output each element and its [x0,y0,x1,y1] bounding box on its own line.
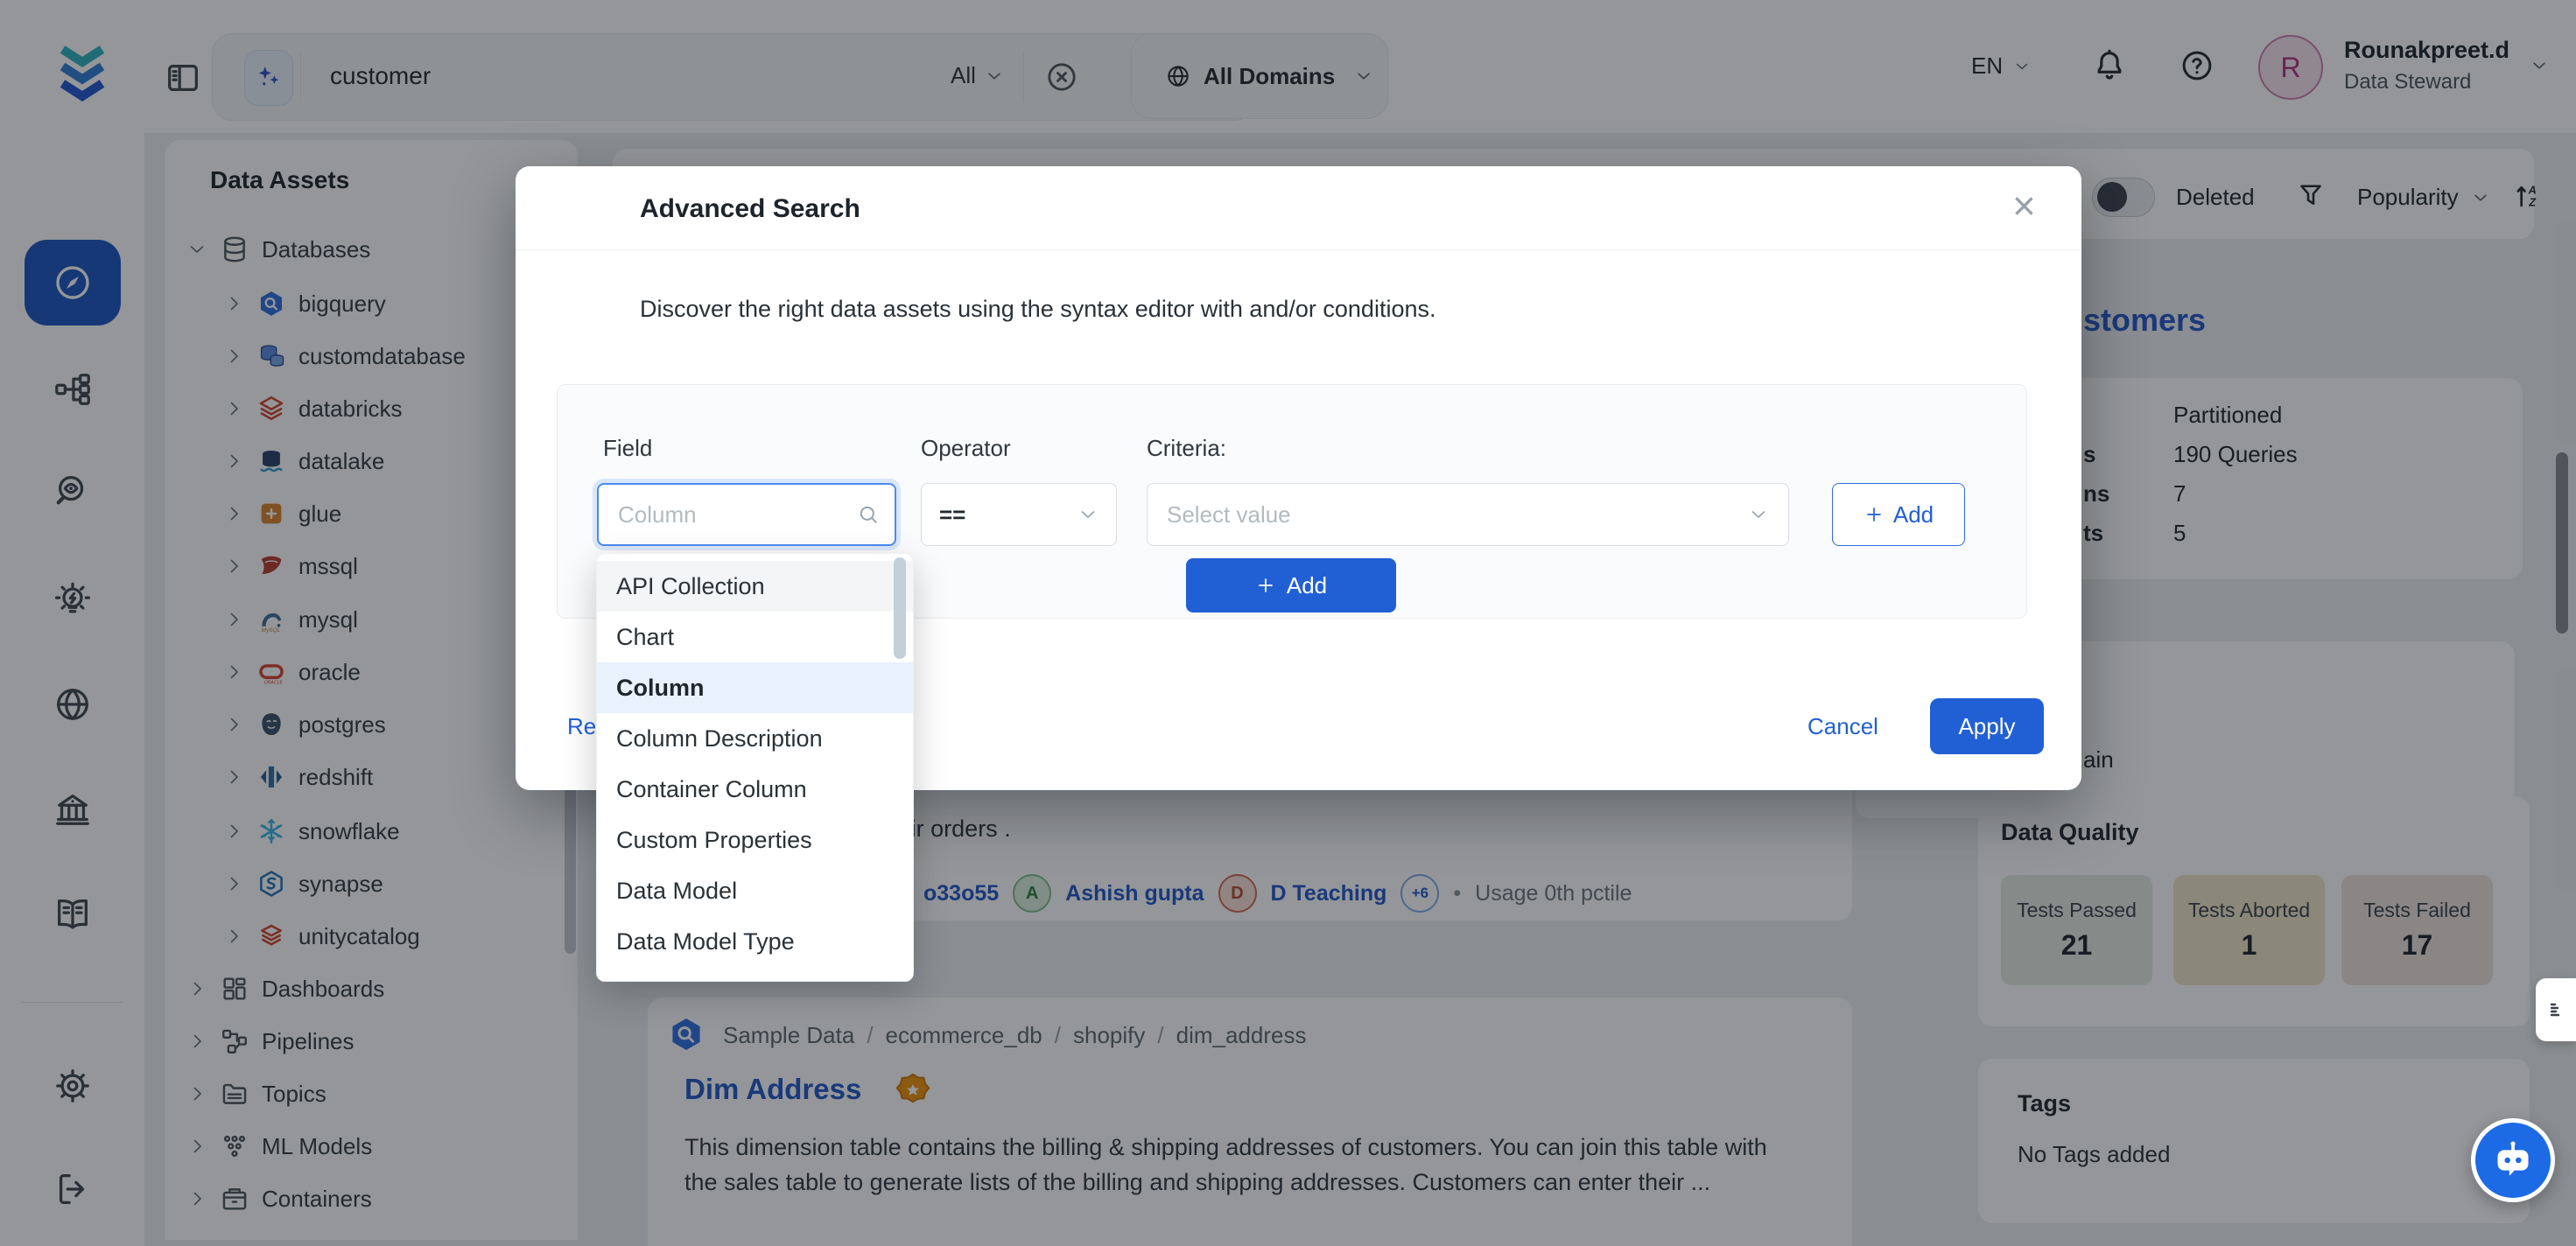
add-condition-button[interactable]: Add [1832,483,1965,546]
modal-title: Advanced Search [640,194,860,224]
plus-icon [1255,575,1276,596]
dropdown-option[interactable]: Data Model Type [597,916,913,967]
apply-button[interactable]: Apply [1930,698,2044,754]
dropdown-scrollbar[interactable] [894,557,906,659]
close-icon[interactable]: × [2012,186,2036,226]
chat-assistant-button[interactable] [2471,1118,2555,1202]
dropdown-option[interactable]: Container Column [597,764,913,815]
field-search-input[interactable] [597,483,896,546]
side-feedback-tab[interactable] [2536,978,2576,1041]
modal-description: Discover the right data assets using the… [640,296,1435,323]
criteria-select[interactable]: Select value [1147,483,1789,546]
robot-chat-icon [2488,1136,2537,1185]
field-input-text[interactable] [616,500,856,529]
add-group-button[interactable]: Add [1186,558,1396,612]
criteria-label: Criteria: [1147,435,1226,462]
field-label: Field [603,435,652,462]
dropdown-option[interactable]: Column Description [597,713,913,764]
cancel-button[interactable]: Cancel [1807,713,1878,740]
operator-select[interactable]: == [921,483,1117,546]
plus-icon [1864,504,1885,525]
chevron-down-icon [1077,504,1098,525]
dropdown-option[interactable]: Data Model [597,865,913,916]
app-root: customer All All Domains EN R [0,0,2576,1246]
field-dropdown-list: API Collection Chart Column Column Descr… [596,553,914,982]
search-icon [856,502,881,527]
side-tab-icon [2545,999,2566,1020]
operator-label: Operator [921,435,1011,462]
dropdown-option[interactable]: Chart [597,612,913,662]
dropdown-option-selected[interactable]: Column [597,662,913,713]
chevron-down-icon [1748,504,1769,525]
advanced-search-modal: Advanced Search × Discover the right dat… [516,166,2081,790]
dropdown-option[interactable]: API Collection [597,561,913,612]
modal-header-divider [516,249,2081,250]
dropdown-option[interactable]: Custom Properties [597,815,913,865]
